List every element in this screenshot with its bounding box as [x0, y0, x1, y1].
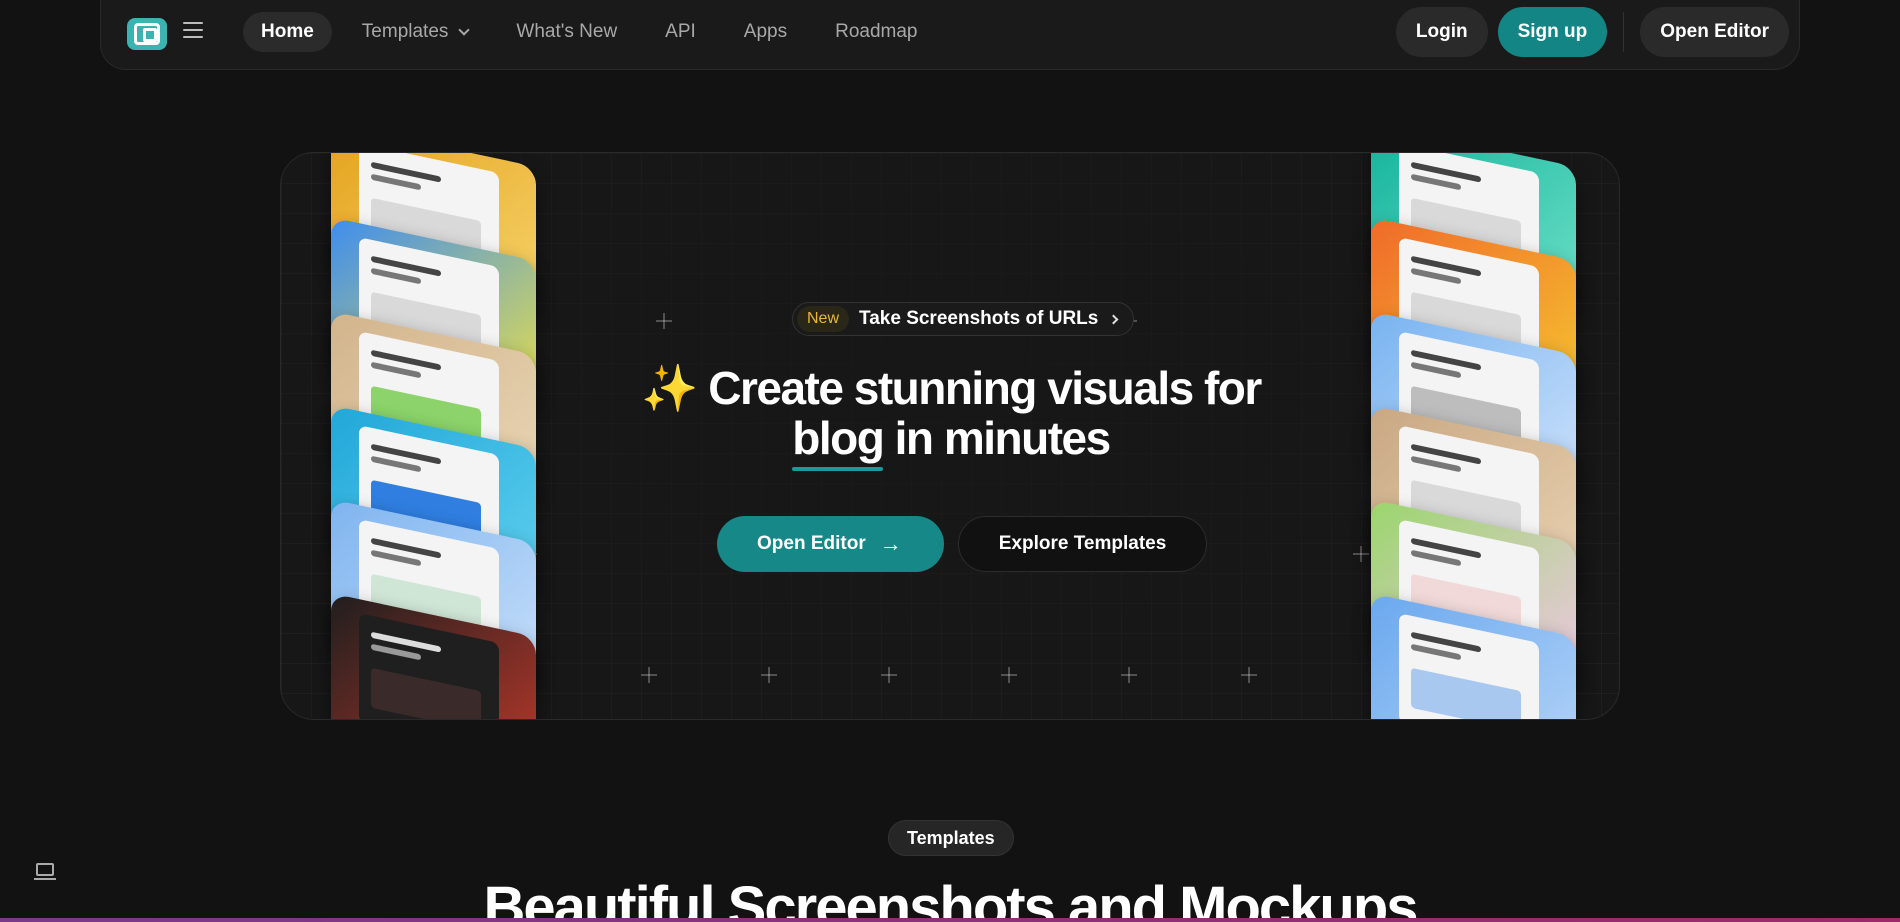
- hero-section: New Take Screenshots of URLs ✨ Create st…: [280, 152, 1620, 720]
- chevron-down-icon: [458, 23, 471, 36]
- login-button[interactable]: Login: [1395, 7, 1488, 57]
- arrow-right-icon: →: [879, 531, 902, 556]
- bottom-accent-bar: [0, 918, 1900, 922]
- new-label: New: [797, 306, 850, 332]
- logo-icon[interactable]: [127, 18, 167, 50]
- nav-templates[interactable]: Templates: [344, 12, 487, 52]
- section-title: Beautiful Screenshots and Mockups: [483, 875, 1418, 922]
- nav-whats-new[interactable]: What's New: [498, 12, 635, 52]
- sparkles-emoji: ✨: [641, 362, 698, 414]
- nav-links: Home Templates What's New API Apps Roadm…: [243, 12, 948, 52]
- hero-headline: ✨ Create stunning visuals for blog in mi…: [631, 362, 1271, 471]
- section-pill: Templates: [888, 820, 1014, 856]
- menu-icon[interactable]: [183, 22, 203, 38]
- headline-rotating-word: blog: [792, 412, 885, 471]
- open-editor-label: Open Editor: [757, 533, 866, 554]
- nav-api[interactable]: API: [647, 12, 714, 52]
- nav-actions: Login Sign up Open Editor: [1395, 7, 1789, 57]
- laptop-icon[interactable]: [34, 863, 56, 881]
- signup-button[interactable]: Sign up: [1497, 7, 1608, 57]
- open-editor-nav-button[interactable]: Open Editor: [1640, 7, 1789, 57]
- announcement-badge[interactable]: New Take Screenshots of URLs: [792, 302, 1135, 336]
- chevron-right-icon: [1108, 314, 1119, 324]
- nav-apps[interactable]: Apps: [726, 12, 805, 52]
- landing-page: Home Templates What's New API Apps Roadm…: [0, 0, 1900, 922]
- explore-templates-button[interactable]: Explore Templates: [957, 516, 1208, 572]
- nav-home[interactable]: Home: [243, 12, 332, 52]
- announcement-text: Take Screenshots of URLs: [859, 308, 1099, 329]
- nav-roadmap[interactable]: Roadmap: [817, 12, 935, 52]
- headline-line1: Create stunning visuals for: [708, 362, 1262, 414]
- top-navbar: Home Templates What's New API Apps Roadm…: [100, 0, 1800, 70]
- hero-content: New Take Screenshots of URLs ✨ Create st…: [281, 153, 1619, 719]
- headline-line2: in minutes: [883, 412, 1112, 464]
- open-editor-button[interactable]: Open Editor →: [717, 516, 944, 572]
- hero-cta-row: Open Editor → Explore Templates: [717, 516, 1208, 572]
- nav-divider: [1623, 12, 1625, 52]
